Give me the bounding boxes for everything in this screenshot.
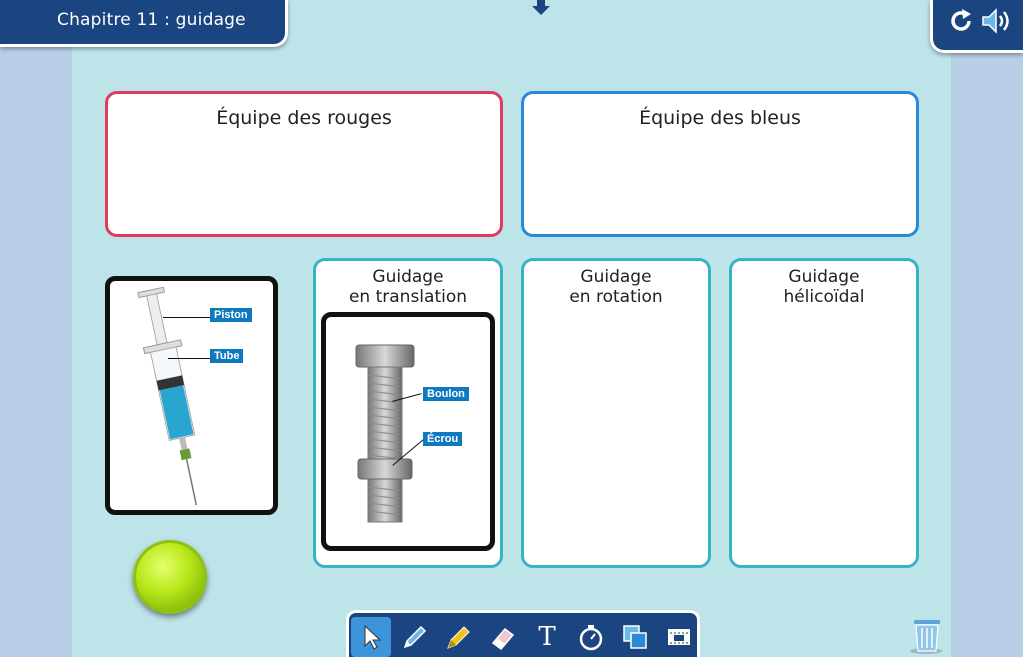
category-rotation-title: Guidage en rotation <box>569 267 663 307</box>
arrow-down-icon[interactable] <box>531 0 551 16</box>
bolt-image <box>355 344 415 523</box>
pointer-icon[interactable] <box>351 617 391 657</box>
category-helicoidal[interactable]: Guidage hélicoïdal <box>729 258 919 568</box>
category-translation-title: Guidage en translation <box>348 267 468 307</box>
timer-icon[interactable] <box>571 617 611 657</box>
text-icon[interactable]: T <box>527 617 567 657</box>
eraser-icon[interactable] <box>483 617 523 657</box>
tools-toolbar: T <box>346 610 700 657</box>
piston-label: Piston <box>210 308 252 322</box>
tube-label: Tube <box>210 349 244 363</box>
ecrou-label: Écrou <box>423 432 463 446</box>
syringe-card[interactable]: Piston Tube <box>105 276 278 515</box>
layers-icon[interactable] <box>615 617 655 657</box>
chapter-title: Chapitre 11 : guidage <box>57 10 246 30</box>
highlighter-icon[interactable] <box>439 617 479 657</box>
team-red-title: Équipe des rouges <box>216 107 392 129</box>
team-blue-title: Équipe des bleus <box>639 107 801 129</box>
team-blue-dropzone[interactable]: Équipe des bleus <box>521 91 919 237</box>
validate-button[interactable] <box>133 540 207 614</box>
speaker-icon[interactable] <box>981 6 1015 36</box>
bolt-card[interactable]: Boulon Écrou <box>321 312 495 551</box>
boulon-label: Boulon <box>423 387 469 401</box>
chapter-title-tab: Chapitre 11 : guidage <box>0 0 288 47</box>
team-red-dropzone[interactable]: Équipe des rouges <box>105 91 503 237</box>
trash-icon[interactable] <box>908 617 944 655</box>
mask-icon[interactable] <box>659 617 699 657</box>
category-helicoidal-title: Guidage hélicoïdal <box>783 267 865 307</box>
category-rotation[interactable]: Guidage en rotation <box>521 258 711 568</box>
reload-icon[interactable] <box>949 8 975 34</box>
top-controls <box>930 0 1023 53</box>
pencil-icon[interactable] <box>395 617 435 657</box>
